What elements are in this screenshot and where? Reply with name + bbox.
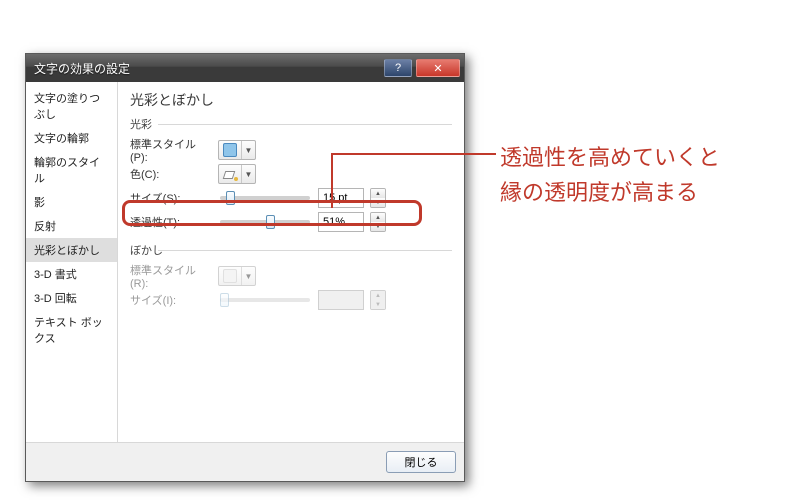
glow-preset-row: 標準スタイル(P): ▼: [130, 138, 452, 162]
glow-size-slider[interactable]: [220, 196, 310, 200]
close-icon: ✕: [433, 62, 442, 75]
glow-preset-swatch-icon: [223, 143, 237, 157]
sidebar-item-outline-style[interactable]: 輪郭のスタイル: [26, 150, 117, 190]
blur-size-spinner: ▲ ▼: [370, 290, 386, 310]
chevron-down-icon: ▼: [241, 267, 255, 285]
annotation-connector-line: [331, 153, 333, 208]
blur-size-label: サイズ(I):: [130, 292, 212, 308]
glow-size-label: サイズ(S):: [130, 190, 212, 206]
glow-transparency-spinner[interactable]: ▲ ▼: [370, 212, 386, 232]
sidebar-item-label: 反射: [34, 221, 56, 233]
glow-size-value[interactable]: 15 pt: [318, 188, 364, 208]
category-sidebar: 文字の塗りつぶし 文字の輪郭 輪郭のスタイル 影 反射 光彩とぼかし 3-D 書…: [26, 82, 118, 442]
slider-thumb[interactable]: [266, 215, 275, 229]
sidebar-item-label: テキスト ボックス: [34, 317, 103, 345]
paint-bucket-icon: [223, 167, 237, 181]
glow-size-row: サイズ(S): 15 pt ▲ ▼: [130, 186, 452, 210]
main-panel: 光彩とぼかし 光彩 標準スタイル(P): ▼ 色(C): ▼: [118, 82, 464, 442]
spin-down-icon[interactable]: ▼: [371, 198, 385, 207]
spin-down-icon[interactable]: ▼: [371, 222, 385, 231]
sidebar-item-text-outline[interactable]: 文字の輪郭: [26, 126, 117, 150]
glow-transparency-slider[interactable]: [220, 220, 310, 224]
text-effects-dialog: 文字の効果の設定 ? ✕ 文字の塗りつぶし 文字の輪郭 輪郭のスタイル 影 反射…: [25, 53, 465, 482]
sidebar-item-text-box[interactable]: テキスト ボックス: [26, 310, 117, 350]
close-button[interactable]: 閉じる: [386, 451, 456, 473]
window-close-button[interactable]: ✕: [416, 59, 460, 77]
close-button-label: 閉じる: [405, 454, 438, 470]
blur-preset-label: 標準スタイル(R):: [130, 262, 212, 290]
blur-size-slider: [220, 298, 310, 302]
slider-thumb: [220, 293, 229, 307]
dialog-title: 文字の効果の設定: [34, 60, 384, 77]
blur-preset-dropdown: ▼: [218, 266, 256, 286]
sidebar-item-label: 影: [34, 197, 45, 209]
glow-preset-label: 標準スタイル(P):: [130, 136, 212, 164]
sidebar-item-text-fill[interactable]: 文字の塗りつぶし: [26, 86, 117, 126]
glow-color-dropdown[interactable]: ▼: [218, 164, 256, 184]
annotation-text: 透過性を高めていくと 縁の透明度が高まる: [500, 140, 720, 210]
titlebar[interactable]: 文字の効果の設定 ? ✕: [26, 54, 464, 82]
sidebar-item-reflection[interactable]: 反射: [26, 214, 117, 238]
spin-up-icon[interactable]: ▲: [371, 213, 385, 222]
sidebar-item-label: 文字の輪郭: [34, 133, 89, 145]
glow-transparency-value[interactable]: 51%: [318, 212, 364, 232]
value-text: 51%: [323, 216, 345, 228]
spin-up-icon: ▲: [371, 291, 385, 300]
sidebar-item-label: 光彩とぼかし: [34, 245, 100, 257]
panel-title: 光彩とぼかし: [130, 90, 452, 110]
blur-preset-swatch-icon: [223, 269, 237, 283]
sidebar-item-label: 輪郭のスタイル: [34, 157, 100, 185]
blur-size-value: [318, 290, 364, 310]
sidebar-item-shadow[interactable]: 影: [26, 190, 117, 214]
value-text: 15 pt: [323, 192, 347, 204]
sidebar-item-3d-format[interactable]: 3-D 書式: [26, 262, 117, 286]
help-button[interactable]: ?: [384, 59, 412, 77]
slider-thumb[interactable]: [226, 191, 235, 205]
spin-down-icon: ▼: [371, 300, 385, 309]
glow-size-spinner[interactable]: ▲ ▼: [370, 188, 386, 208]
blur-size-row: サイズ(I): ▲ ▼: [130, 288, 452, 312]
glow-preset-dropdown[interactable]: ▼: [218, 140, 256, 160]
sidebar-item-glow-soft-edges[interactable]: 光彩とぼかし: [26, 238, 117, 262]
blur-group-label: ぼかし: [130, 242, 452, 258]
blur-preset-row: 標準スタイル(R): ▼: [130, 264, 452, 288]
glow-transparency-label: 透過性(T):: [130, 214, 212, 230]
chevron-down-icon: ▼: [241, 141, 255, 159]
sidebar-item-3d-rotation[interactable]: 3-D 回転: [26, 286, 117, 310]
spin-up-icon[interactable]: ▲: [371, 189, 385, 198]
glow-group-label: 光彩: [130, 116, 452, 132]
sidebar-item-label: 3-D 回転: [34, 293, 77, 305]
dialog-footer: 閉じる: [26, 442, 464, 481]
glow-color-row: 色(C): ▼: [130, 162, 452, 186]
glow-color-label: 色(C):: [130, 166, 212, 182]
glow-transparency-row: 透過性(T): 51% ▲ ▼: [130, 210, 452, 234]
help-icon: ?: [395, 62, 401, 74]
sidebar-item-label: 3-D 書式: [34, 269, 77, 281]
chevron-down-icon: ▼: [241, 165, 255, 183]
dialog-body: 文字の塗りつぶし 文字の輪郭 輪郭のスタイル 影 反射 光彩とぼかし 3-D 書…: [26, 82, 464, 442]
annotation-connector-line: [331, 153, 496, 155]
sidebar-item-label: 文字の塗りつぶし: [34, 93, 100, 121]
